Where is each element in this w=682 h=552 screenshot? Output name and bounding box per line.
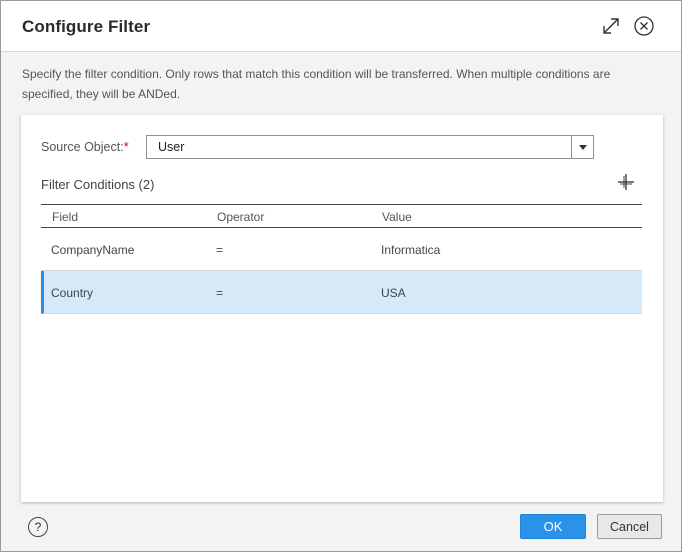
- table-row-selected[interactable]: Country = USA: [41, 271, 642, 314]
- source-object-label: Source Object:*: [41, 140, 129, 154]
- cell-operator: =: [216, 243, 224, 257]
- dialog-titlebar: Configure Filter: [1, 1, 681, 52]
- expand-button[interactable]: [598, 13, 624, 39]
- table-header: Field Operator Value: [41, 204, 642, 228]
- cell-field: Country: [51, 286, 94, 300]
- cell-operator: =: [216, 286, 224, 300]
- help-button[interactable]: ?: [28, 517, 48, 537]
- required-mark: *: [123, 140, 129, 154]
- table-row[interactable]: CompanyName = Informatica: [41, 228, 642, 271]
- source-object-label-text: Source Object:: [41, 140, 124, 154]
- cell-value: USA: [381, 286, 406, 300]
- help-icon: ?: [34, 520, 42, 534]
- configure-filter-dialog: Configure Filter Specify the filter cond…: [0, 0, 682, 552]
- expand-icon: [603, 18, 619, 34]
- add-condition-button[interactable]: [617, 173, 635, 191]
- cell-value: Informatica: [381, 243, 441, 257]
- column-header-value: Value: [382, 210, 412, 224]
- column-header-field: Field: [52, 210, 79, 224]
- close-icon: [634, 16, 654, 36]
- cancel-button[interactable]: Cancel: [597, 514, 662, 539]
- close-button[interactable]: [631, 13, 657, 39]
- dialog-title: Configure Filter: [22, 17, 151, 36]
- source-object-value: User: [158, 140, 185, 154]
- ok-button[interactable]: OK: [520, 514, 586, 539]
- triangle-down-icon: [578, 144, 587, 150]
- cell-field: CompanyName: [51, 243, 135, 257]
- filter-conditions-title: Filter Conditions (2): [41, 177, 155, 192]
- filter-conditions-table: Field Operator Value CompanyName = Infor…: [41, 204, 642, 314]
- plus-icon: [618, 174, 634, 190]
- column-header-operator: Operator: [217, 210, 265, 224]
- dialog-description: Specify the filter condition. Only rows …: [22, 67, 611, 101]
- source-object-select[interactable]: User: [146, 135, 594, 159]
- filter-panel: Source Object:* User Filter Conditions (…: [21, 115, 663, 502]
- dropdown-toggle[interactable]: [571, 136, 593, 158]
